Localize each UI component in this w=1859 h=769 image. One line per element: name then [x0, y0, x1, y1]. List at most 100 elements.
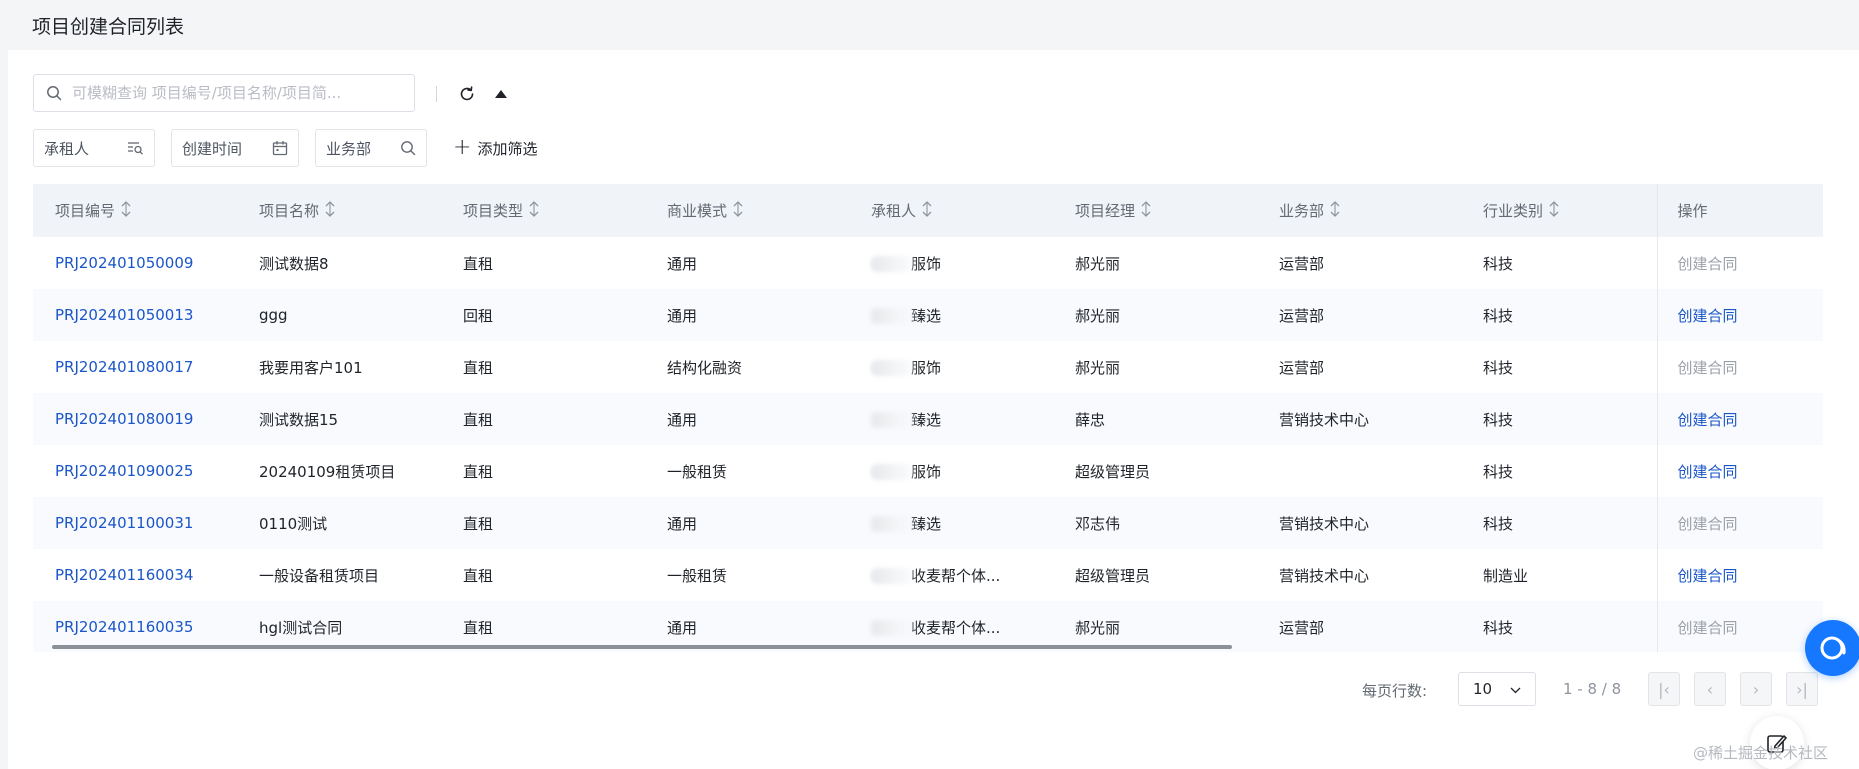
search-input[interactable] — [72, 84, 392, 102]
create-contract-button[interactable]: 创建合同 — [1678, 359, 1738, 377]
search-box[interactable] — [33, 74, 415, 112]
department-cell: 运营部 — [1279, 254, 1325, 273]
page-size-select[interactable]: 10 — [1458, 672, 1536, 706]
project-type-cell: 直租 — [463, 462, 494, 481]
redacted-blur — [871, 256, 919, 272]
create-contract-button[interactable]: 创建合同 — [1678, 463, 1738, 481]
project-manager-cell: 邓志伟 — [1075, 514, 1121, 533]
sort-icon[interactable] — [529, 201, 539, 221]
table-row: PRJ202401090025 20240109租赁项目 直租 一般租赁 服饰 超级管理员… — [33, 445, 1823, 497]
project-manager-cell: 郝光丽 — [1075, 358, 1121, 377]
department-cell — [1257, 445, 1461, 497]
collapse-button[interactable] — [490, 83, 512, 105]
page-range: 1 - 8 / 8 — [1563, 680, 1622, 698]
redacted-blur — [871, 412, 919, 428]
horizontal-scrollbar[interactable] — [52, 645, 1232, 649]
project-code-link[interactable]: PRJ202401090025 — [33, 445, 237, 497]
create-contract-button[interactable]: 创建合同 — [1678, 515, 1738, 533]
assistant-icon — [1820, 636, 1846, 660]
rows-per-page-label: 每页行数: — [1362, 682, 1428, 700]
sort-icon[interactable] — [325, 201, 335, 221]
floating-assistant-button[interactable] — [1805, 620, 1859, 676]
actions-cell: 创建合同 — [1656, 341, 1823, 393]
filter-dept-label: 业务部 — [326, 139, 372, 158]
business-mode-cell: 一般租赁 — [667, 566, 728, 585]
first-page-button[interactable]: |‹ — [1648, 672, 1680, 706]
create-contract-button[interactable]: 创建合同 — [1678, 567, 1738, 585]
project-code-link[interactable]: PRJ202401050009 — [33, 237, 237, 289]
industry-cell: 科技 — [1483, 306, 1514, 325]
project-code-link[interactable]: PRJ202401080019 — [33, 393, 237, 445]
project-name-cell: ggg — [259, 306, 288, 324]
project-name-cell: 20240109租赁项目 — [259, 462, 396, 481]
prev-page-button[interactable]: ‹ — [1694, 672, 1726, 706]
sort-icon[interactable] — [1330, 201, 1340, 221]
industry-cell: 科技 — [1483, 410, 1514, 429]
project-manager-cell: 郝光丽 — [1075, 306, 1121, 325]
project-type-cell: 直租 — [463, 566, 494, 585]
first-page-icon: |‹ — [1658, 679, 1670, 699]
filter-create-time[interactable]: 创建时间 — [171, 129, 299, 167]
create-contract-button[interactable]: 创建合同 — [1678, 255, 1738, 273]
project-name-cell: 一般设备租赁项目 — [259, 566, 380, 585]
refresh-button[interactable] — [456, 83, 478, 105]
filter-dept[interactable]: 业务部 — [315, 129, 427, 167]
next-page-button[interactable]: › — [1740, 672, 1772, 706]
toolbar-divider — [436, 86, 437, 102]
table-row: PRJ202401050009 测试数据8 直租 通用 服饰 郝光丽 运营部 科技 创建合同 — [33, 237, 1823, 289]
search-icon — [400, 140, 416, 156]
project-code-link[interactable]: PRJ202401160034 — [33, 549, 237, 601]
page-size-value: 10 — [1473, 680, 1493, 698]
sort-icon[interactable] — [922, 201, 932, 221]
table-body: PRJ202401050009 测试数据8 直租 通用 服饰 郝光丽 运营部 科技 创建合同 PR… — [33, 237, 1823, 652]
filter-lessee[interactable]: 承租人 — [33, 129, 155, 167]
lessee-cell: 服饰 — [849, 237, 1053, 289]
redacted-blur — [871, 464, 919, 480]
search-icon — [47, 86, 62, 101]
sort-icon[interactable] — [1549, 201, 1559, 221]
business-mode-cell: 通用 — [667, 514, 698, 533]
plus-icon: + — [453, 135, 472, 160]
business-mode-cell: 通用 — [667, 306, 698, 325]
project-code-link[interactable]: PRJ202401050013 — [33, 289, 237, 341]
industry-cell: 科技 — [1483, 618, 1514, 637]
column-header-dept[interactable]: 业务部 — [1257, 184, 1461, 237]
actions-cell: 创建合同 — [1656, 601, 1823, 652]
lessee-cell: 服饰 — [849, 445, 1053, 497]
chevron-right-icon: › — [1752, 679, 1760, 699]
business-mode-cell: 通用 — [667, 254, 698, 273]
calendar-icon — [272, 140, 288, 156]
actions-cell: 创建合同 — [1656, 549, 1823, 601]
table-row: PRJ202401080017 我要用客户101 直租 结构化融资 服饰 郝光丽 运营部 科技… — [33, 341, 1823, 393]
business-mode-cell: 结构化融资 — [667, 358, 743, 377]
sort-icon[interactable] — [121, 201, 131, 221]
project-code-link[interactable]: PRJ202401100031 — [33, 497, 237, 549]
column-header-mode[interactable]: 商业模式 — [645, 184, 849, 237]
sort-icon[interactable] — [733, 201, 743, 221]
page-header: 项目创建合同列表 — [0, 0, 1859, 50]
actions-cell: 创建合同 — [1656, 393, 1823, 445]
project-code-link[interactable]: PRJ202401080017 — [33, 341, 237, 393]
business-mode-cell: 通用 — [667, 410, 698, 429]
create-contract-button[interactable]: 创建合同 — [1678, 307, 1738, 325]
table-row: PRJ202401100031 0110测试 直租 通用 臻选 邓志伟 营销技术中心 科技 创建… — [33, 497, 1823, 549]
column-header-lessee[interactable]: 承租人 — [849, 184, 1053, 237]
redacted-blur — [871, 516, 919, 532]
column-header-actions: 操作 — [1656, 184, 1823, 237]
actions-cell: 创建合同 — [1656, 237, 1823, 289]
column-header-industry[interactable]: 行业类别 — [1461, 184, 1657, 237]
create-contract-button[interactable]: 创建合同 — [1678, 619, 1738, 637]
column-header-type[interactable]: 项目类型 — [441, 184, 645, 237]
redacted-blur — [871, 568, 919, 584]
industry-cell: 科技 — [1483, 358, 1514, 377]
create-contract-button[interactable]: 创建合同 — [1678, 411, 1738, 429]
lessee-cell: 臻选 — [849, 289, 1053, 341]
add-filter-button[interactable]: + 添加筛选 — [453, 129, 537, 167]
column-header-manager[interactable]: 项目经理 — [1053, 184, 1257, 237]
column-header-code[interactable]: 项目编号 — [33, 184, 237, 237]
column-header-name[interactable]: 项目名称 — [237, 184, 441, 237]
last-page-button[interactable]: ›| — [1786, 672, 1818, 706]
filter-create-time-label: 创建时间 — [182, 139, 243, 158]
sort-icon[interactable] — [1141, 201, 1151, 221]
department-cell: 营销技术中心 — [1279, 514, 1370, 533]
